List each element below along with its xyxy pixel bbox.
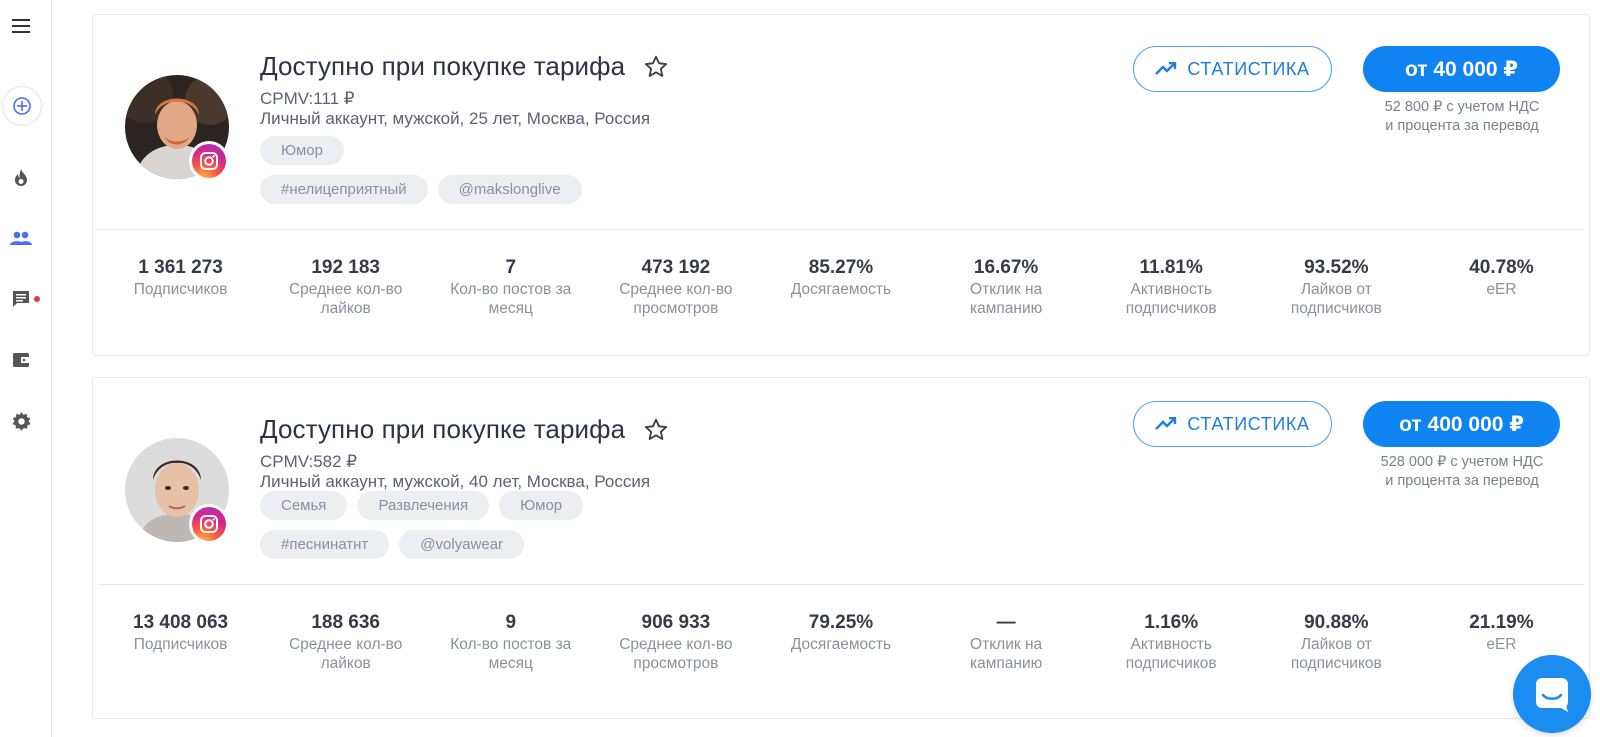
trending-up-icon	[1155, 417, 1177, 430]
support-chat-button[interactable]	[1513, 655, 1591, 733]
people-icon	[10, 231, 32, 245]
stats-row: 1 361 273 Подписчиков 192 183 Среднее кол-…	[98, 256, 1584, 318]
blogger-card: Доступно при покупке тарифа CPMV:111 ₽ Л…	[92, 14, 1590, 356]
instagram-icon	[200, 152, 218, 170]
account-description: Личный аккаунт, мужской, 25 лет, Москва,…	[260, 109, 651, 128]
category-chip[interactable]: Семья	[260, 491, 348, 520]
wallet-icon	[13, 353, 29, 367]
stat-posts-per-month: 9 Кол-во постов за месяц	[450, 612, 572, 672]
star-icon	[645, 55, 668, 77]
stat-subscriber-activity: 11.81% Активность подписчиков	[1125, 257, 1217, 317]
sidebar-item-settings[interactable]	[0, 401, 42, 441]
divider	[98, 584, 1584, 585]
category-chip[interactable]: Юмор	[499, 491, 584, 520]
account-chip[interactable]: @makslonglive	[437, 175, 582, 204]
stat-likes-from-subscribers: 93.52% Лайков от подписчиков	[1290, 257, 1382, 317]
notification-dot	[34, 296, 40, 302]
chat-bubble-icon	[1536, 678, 1568, 712]
stat-avg-likes: 192 183 Среднее кол-во лайков	[288, 257, 403, 317]
price-button[interactable]: от 400 000 ₽	[1363, 401, 1560, 447]
menu-icon	[12, 19, 30, 33]
fire-icon	[15, 169, 27, 186]
favorite-button[interactable]	[643, 417, 669, 443]
hashtag-chip[interactable]: #нелицеприятный	[260, 175, 428, 204]
stat-subscribers: 13 408 063 Подписчиков	[133, 612, 229, 653]
stat-avg-likes: 188 636 Среднее кол-во лайков	[288, 612, 403, 672]
sidebar-item-messages[interactable]	[0, 279, 42, 319]
stat-reach: 79.25% Досягаемость	[790, 612, 892, 653]
divider	[98, 229, 1584, 230]
sidebar	[0, 0, 52, 737]
account-description: Личный аккаунт, мужской, 40 лет, Москва,…	[260, 472, 651, 491]
instagram-badge	[189, 504, 229, 544]
category-chips: Юмор	[260, 136, 344, 165]
stat-posts-per-month: 7 Кол-во постов за месяц	[450, 257, 572, 317]
instagram-icon	[200, 515, 218, 533]
category-chip[interactable]: Юмор	[260, 136, 344, 165]
cpmv-value: CPMV:582 ₽	[260, 452, 358, 471]
statistics-button[interactable]: СТАТИСТИКА	[1133, 401, 1332, 447]
price-note: 528 000 ₽ с учетом НДС и процента за пер…	[1380, 454, 1544, 489]
chat-icon	[13, 291, 29, 307]
stat-subscriber-activity: 1.16% Активность подписчиков	[1125, 612, 1217, 672]
statistics-label: СТАТИСТИКА	[1187, 413, 1310, 434]
sidebar-item-wallet[interactable]	[0, 340, 42, 380]
sidebar-item-trending[interactable]	[0, 158, 42, 198]
price-button[interactable]: от 40 000 ₽	[1363, 46, 1560, 92]
account-chip[interactable]: @volyawear	[399, 530, 525, 559]
favorite-button[interactable]	[643, 54, 669, 80]
tag-chips: #нелицеприятный @makslonglive	[260, 175, 582, 204]
stat-eer: 40.78% eER	[1469, 257, 1534, 298]
card-title[interactable]: Доступно при покупке тарифа	[260, 414, 625, 445]
stat-campaign-response: — Отклик на кампанию	[969, 612, 1043, 672]
stat-campaign-response: 16.67% Отклик на кампанию	[969, 257, 1043, 317]
stat-reach: 85.27% Досягаемость	[790, 257, 892, 298]
price-note: 52 800 ₽ с учетом НДС и процента за пере…	[1384, 99, 1540, 134]
statistics-label: СТАТИСТИКА	[1187, 58, 1310, 79]
stat-subscribers: 1 361 273 Подписчиков	[133, 257, 228, 298]
instagram-badge	[189, 141, 229, 181]
add-circle-icon	[13, 97, 31, 115]
trending-up-icon	[1155, 62, 1177, 75]
stat-avg-views: 906 933 Среднее кол-во просмотров	[619, 612, 733, 672]
category-chips: Семья Развлечения Юмор	[260, 491, 584, 520]
tag-chips: #песнинатнт @volyawear	[260, 530, 525, 559]
gear-icon	[11, 411, 31, 431]
stats-row: 13 408 063 Подписчиков 188 636 Среднее кол…	[98, 611, 1584, 673]
card-title[interactable]: Доступно при покупке тарифа	[260, 51, 625, 82]
menu-button[interactable]	[0, 6, 42, 46]
cpmv-value: CPMV:111 ₽	[260, 89, 355, 108]
blogger-card: Доступно при покупке тарифа CPMV:582 ₽ Л…	[92, 377, 1590, 719]
sidebar-item-bloggers[interactable]	[0, 218, 42, 258]
category-chip[interactable]: Развлечения	[357, 491, 490, 520]
stat-avg-views: 473 192 Среднее кол-во просмотров	[619, 257, 733, 317]
star-icon	[645, 418, 668, 440]
stat-likes-from-subscribers: 90.88% Лайков от подписчиков	[1290, 612, 1382, 672]
statistics-button[interactable]: СТАТИСТИКА	[1133, 46, 1332, 92]
hashtag-chip[interactable]: #песнинатнт	[260, 530, 390, 559]
add-button[interactable]	[1, 86, 43, 126]
